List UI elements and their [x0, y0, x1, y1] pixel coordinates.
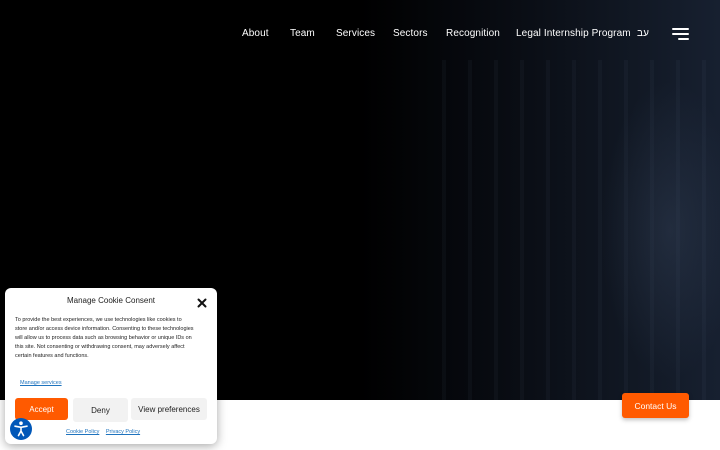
nav-item-sectors[interactable]: Sectors — [393, 28, 428, 39]
nav-item-team[interactable]: Team — [290, 28, 315, 39]
accept-button[interactable]: Accept — [15, 398, 68, 420]
hamburger-menu-icon[interactable] — [672, 28, 689, 40]
privacy-policy-link[interactable]: Privacy Policy — [106, 429, 140, 435]
close-icon[interactable] — [197, 295, 207, 308]
cookie-dialog-body: To provide the best experiences, we use … — [15, 317, 194, 359]
nav-item-about[interactable]: About — [242, 28, 269, 39]
nav-item-legal-internship-program[interactable]: Legal Internship Program — [516, 28, 631, 39]
manage-services-link[interactable]: Manage services — [20, 380, 62, 386]
cookie-policy-link[interactable]: Cookie Policy — [66, 429, 99, 435]
cookie-dialog-title: Manage Cookie Consent — [66, 296, 156, 305]
hero-background-glow — [600, 80, 720, 380]
nav-item-services[interactable]: Services — [336, 28, 375, 39]
deny-button[interactable]: Deny — [73, 398, 128, 422]
policy-links: Cookie Policy Privacy Policy — [66, 429, 145, 435]
contact-us-button[interactable]: Contact Us — [622, 393, 689, 418]
main-navigation: About Team Services Sectors Recognition … — [0, 24, 720, 46]
accessibility-icon[interactable] — [10, 418, 32, 440]
nav-item-recognition[interactable]: Recognition — [446, 28, 500, 39]
cookie-consent-dialog: Manage Cookie Consent To provide the bes… — [5, 288, 217, 444]
view-preferences-button[interactable]: View preferences — [131, 398, 207, 420]
language-switch-hebrew[interactable]: עב — [637, 28, 649, 39]
